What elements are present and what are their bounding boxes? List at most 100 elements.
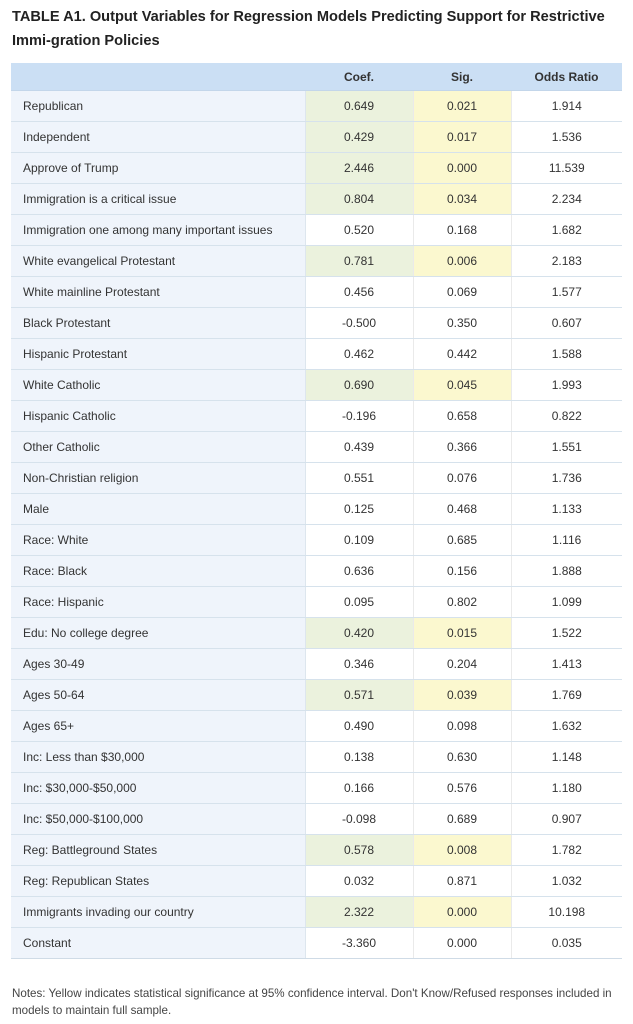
sig-cell: 0.045 — [413, 369, 512, 401]
odds-ratio-cell: 1.632 — [511, 710, 622, 742]
sig-cell: 0.802 — [413, 586, 512, 618]
row-label: Reg: Battleground States — [11, 834, 306, 866]
sig-cell: 0.689 — [413, 803, 512, 835]
sig-cell: 0.468 — [413, 493, 512, 525]
table-row: Ages 30-49 0.346 0.204 1.413 — [11, 648, 622, 680]
row-label: Ages 30-49 — [11, 648, 306, 680]
row-label: Hispanic Protestant — [11, 338, 306, 370]
coef-cell: 0.636 — [305, 555, 414, 587]
sig-cell: 0.098 — [413, 710, 512, 742]
sig-cell: 0.008 — [413, 834, 512, 866]
header-sig: Sig. — [413, 63, 511, 91]
table-row: Immigrants invading our country 2.322 0.00… — [11, 896, 622, 928]
coef-cell: 0.109 — [305, 524, 414, 556]
row-label: White evangelical Protestant — [11, 245, 306, 277]
row-label: Reg: Republican States — [11, 865, 306, 897]
coef-cell: 0.551 — [305, 462, 414, 494]
coef-cell: 0.649 — [305, 90, 414, 122]
coef-cell: 0.420 — [305, 617, 414, 649]
odds-ratio-cell: 1.736 — [511, 462, 622, 494]
table-row: Reg: Battleground States 0.578 0.008 1.782 — [11, 834, 622, 866]
sig-cell: 0.168 — [413, 214, 512, 246]
coef-cell: 0.032 — [305, 865, 414, 897]
row-label: White Catholic — [11, 369, 306, 401]
row-label: Edu: No college degree — [11, 617, 306, 649]
sig-cell: 0.039 — [413, 679, 512, 711]
table-row: Constant -3.360 0.000 0.035 — [11, 927, 622, 959]
sig-cell: 0.685 — [413, 524, 512, 556]
row-label: Race: Hispanic — [11, 586, 306, 618]
coef-cell: 0.804 — [305, 183, 414, 215]
coef-cell: -0.098 — [305, 803, 414, 835]
sig-cell: 0.000 — [413, 152, 512, 184]
table-row: Independent 0.429 0.017 1.536 — [11, 121, 622, 153]
row-label: Black Protestant — [11, 307, 306, 339]
sig-cell: 0.034 — [413, 183, 512, 215]
odds-ratio-cell: 1.588 — [511, 338, 622, 370]
odds-ratio-cell: 1.099 — [511, 586, 622, 618]
odds-ratio-cell: 1.413 — [511, 648, 622, 680]
coef-cell: 0.138 — [305, 741, 414, 773]
odds-ratio-cell: 1.536 — [511, 121, 622, 153]
table-row: Race: Black 0.636 0.156 1.888 — [11, 555, 622, 587]
row-label: Other Catholic — [11, 431, 306, 463]
sig-cell: 0.015 — [413, 617, 512, 649]
sig-cell: 0.000 — [413, 927, 512, 959]
sig-cell: 0.006 — [413, 245, 512, 277]
odds-ratio-cell: 2.183 — [511, 245, 622, 277]
sig-cell: 0.350 — [413, 307, 512, 339]
row-label: Inc: $50,000-$100,000 — [11, 803, 306, 835]
table-row: Race: Hispanic 0.095 0.802 1.099 — [11, 586, 622, 618]
table-title: TABLE A1. Output Variables for Regressio… — [12, 9, 605, 49]
coef-cell: -3.360 — [305, 927, 414, 959]
odds-ratio-cell: 1.914 — [511, 90, 622, 122]
table-row: Other Catholic 0.439 0.366 1.551 — [11, 431, 622, 463]
table-row: Race: White 0.109 0.685 1.116 — [11, 524, 622, 556]
row-label: Constant — [11, 927, 306, 959]
sig-cell: 0.069 — [413, 276, 512, 308]
odds-ratio-cell: 11.539 — [511, 152, 622, 184]
coef-cell: 0.439 — [305, 431, 414, 463]
odds-ratio-cell: 0.035 — [511, 927, 622, 959]
coef-cell: 0.781 — [305, 245, 414, 277]
sig-cell: 0.156 — [413, 555, 512, 587]
row-label: Non-Christian religion — [11, 462, 306, 494]
odds-ratio-cell: 1.782 — [511, 834, 622, 866]
coef-cell: 0.095 — [305, 586, 414, 618]
odds-ratio-cell: 0.822 — [511, 400, 622, 432]
header-coef: Coef. — [305, 63, 413, 91]
table-row: Inc: $30,000-$50,000 0.166 0.576 1.180 — [11, 772, 622, 804]
odds-ratio-cell: 1.522 — [511, 617, 622, 649]
table-body: Republican 0.649 0.021 1.914 Independent 0.42… — [11, 90, 622, 959]
coef-cell: 0.520 — [305, 214, 414, 246]
regression-table: Coef. Sig. Odds Ratio Republican 0.649 0.0… — [11, 63, 622, 959]
table-row: Hispanic Protestant 0.462 0.442 1.588 — [11, 338, 622, 370]
coef-cell: 2.446 — [305, 152, 414, 184]
sig-cell: 0.021 — [413, 90, 512, 122]
table-row: Inc: $50,000-$100,000 -0.098 0.689 0.907 — [11, 803, 622, 835]
coef-cell: -0.196 — [305, 400, 414, 432]
coef-cell: 2.322 — [305, 896, 414, 928]
table-row: Ages 65+ 0.490 0.098 1.632 — [11, 710, 622, 742]
row-label: Inc: $30,000-$50,000 — [11, 772, 306, 804]
odds-ratio-cell: 1.769 — [511, 679, 622, 711]
odds-ratio-cell: 1.032 — [511, 865, 622, 897]
odds-ratio-cell: 10.198 — [511, 896, 622, 928]
odds-ratio-cell: 0.607 — [511, 307, 622, 339]
table-row: Ages 50-64 0.571 0.039 1.769 — [11, 679, 622, 711]
table-row: Immigration is a critical issue 0.804 0.03… — [11, 183, 622, 215]
sig-cell: 0.871 — [413, 865, 512, 897]
header-odds-ratio: Odds Ratio — [511, 63, 622, 91]
row-label: Ages 50-64 — [11, 679, 306, 711]
sig-cell: 0.366 — [413, 431, 512, 463]
table-row: Hispanic Catholic -0.196 0.658 0.822 — [11, 400, 622, 432]
sig-cell: 0.017 — [413, 121, 512, 153]
odds-ratio-cell: 1.116 — [511, 524, 622, 556]
coef-cell: 0.690 — [305, 369, 414, 401]
sig-cell: 0.000 — [413, 896, 512, 928]
sig-cell: 0.076 — [413, 462, 512, 494]
odds-ratio-cell: 1.133 — [511, 493, 622, 525]
table-row: Male 0.125 0.468 1.133 — [11, 493, 622, 525]
coef-cell: 0.571 — [305, 679, 414, 711]
table-row: Edu: No college degree 0.420 0.015 1.522 — [11, 617, 622, 649]
